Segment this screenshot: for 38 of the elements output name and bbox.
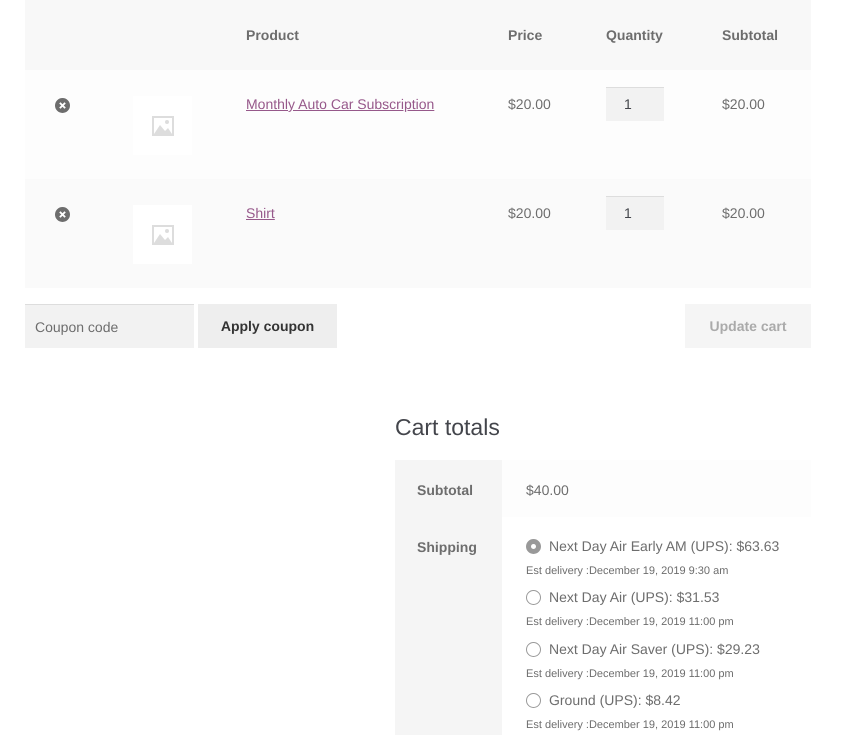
delivery-estimate: Est delivery :December 19, 2019 11:00 pm — [526, 718, 735, 733]
option-label: Next Day Air Saver (UPS): $29.23 — [549, 640, 760, 659]
apply-coupon-button[interactable]: Apply coupon — [198, 304, 337, 348]
delivery-estimate: Est delivery :December 19, 2019 11:00 pm — [526, 615, 735, 630]
price-text: $20.00 — [508, 205, 551, 221]
image-icon — [152, 116, 174, 136]
shipping-option[interactable]: Next Day Air (UPS): $31.53 — [526, 587, 811, 608]
option-label: Next Day Air Early AM (UPS): $63.63 — [549, 536, 780, 556]
remove-icon[interactable] — [55, 98, 70, 113]
radio-button[interactable] — [526, 590, 541, 605]
delivery-estimate: Est delivery :December 19, 2019 9:30 am — [526, 564, 730, 578]
image-icon — [152, 224, 174, 244]
section-title: Cart totals — [395, 413, 501, 442]
radio-button[interactable] — [526, 642, 541, 656]
quantity-field[interactable]: 1 — [606, 196, 664, 230]
column-header: Subtotal — [722, 26, 778, 42]
row-label: Subtotal — [417, 482, 473, 498]
delivery-estimate: Est delivery :December 19, 2019 11:00 pm — [526, 666, 735, 682]
column-header: Quantity — [606, 26, 663, 42]
radio-button[interactable] — [526, 538, 541, 554]
shipping-option[interactable]: Next Day Air Saver (UPS): $29.23 — [526, 638, 811, 660]
option-label: Ground (UPS): $8.42 — [549, 691, 681, 710]
coupon-field[interactable]: Coupon code — [25, 304, 194, 348]
shipping-option[interactable]: Ground (UPS): $8.42 — [526, 690, 811, 711]
product-link[interactable]: Monthly Auto Car Subscription — [246, 96, 434, 112]
radio-button[interactable] — [526, 693, 541, 708]
subtotal-text: $20.00 — [722, 205, 765, 221]
row-label: Shipping — [417, 538, 477, 554]
subtotal-text: $20.00 — [722, 96, 765, 112]
shipping-option[interactable]: Next Day Air Early AM (UPS): $63.63 — [526, 536, 811, 556]
product-link[interactable]: Shirt — [246, 205, 275, 221]
column-header: Product — [246, 26, 299, 42]
column-header: Price — [508, 26, 542, 42]
quantity-field[interactable]: 1 — [606, 86, 664, 120]
remove-icon[interactable] — [55, 206, 70, 222]
price-text: $20.00 — [508, 96, 551, 112]
option-label: Next Day Air (UPS): $31.53 — [549, 588, 720, 607]
subtotal-value: $40.00 — [526, 482, 569, 498]
